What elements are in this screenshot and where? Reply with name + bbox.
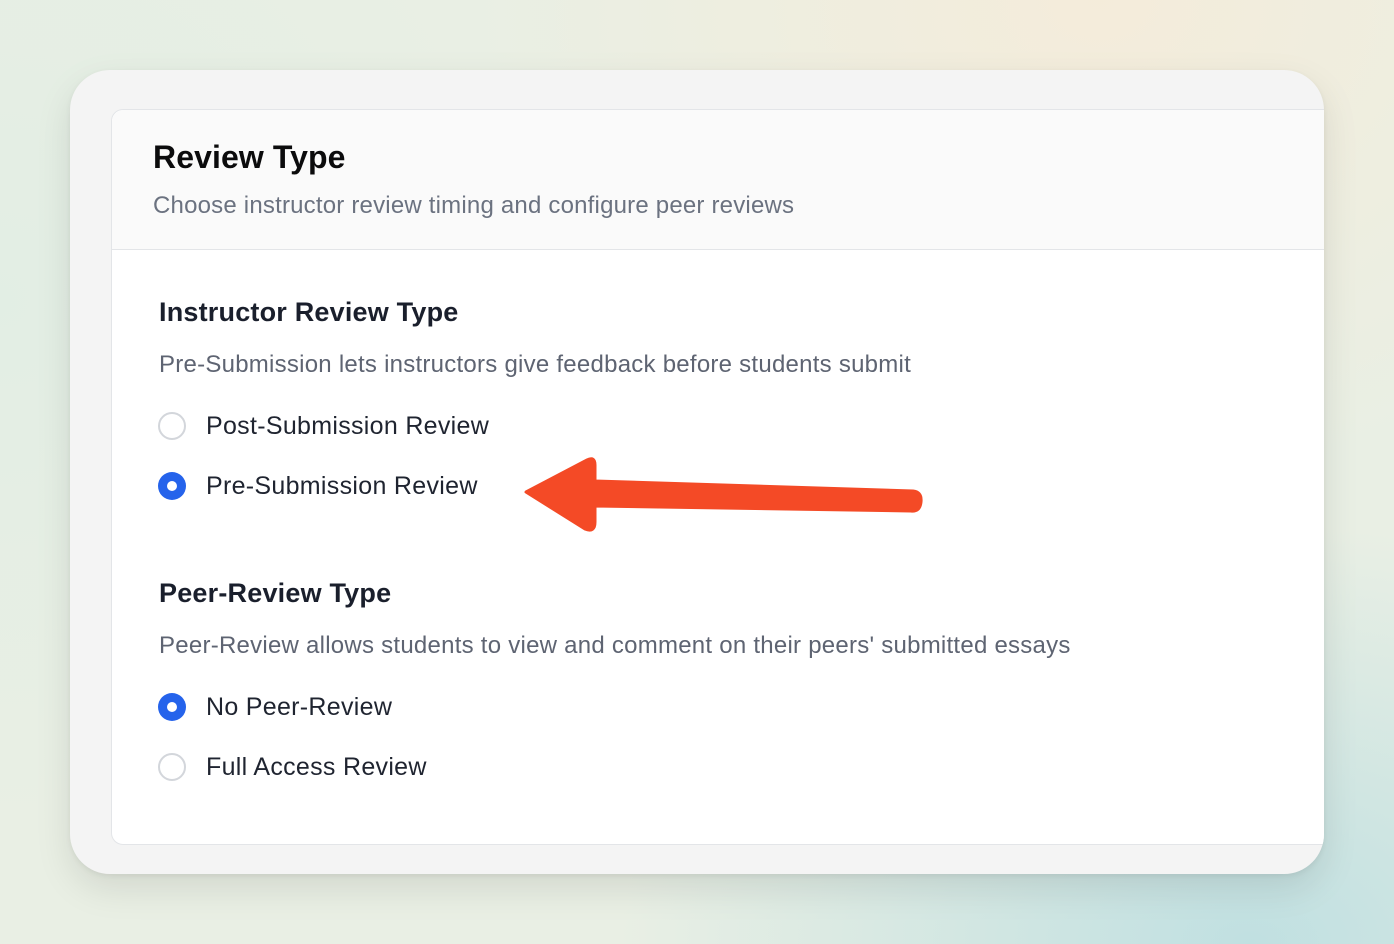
instructor-review-type-heading: Instructor Review Type bbox=[159, 297, 459, 327]
window-frame: Review Type Choose instructor review tim… bbox=[70, 70, 1324, 874]
no-peer-review-label[interactable]: No Peer-Review bbox=[206, 693, 392, 722]
review-type-card: Review Type Choose instructor review tim… bbox=[111, 109, 1324, 845]
pre-submission-label[interactable]: Pre-Submission Review bbox=[206, 472, 478, 501]
instructor-review-type-description: Pre-Submission lets instructors give fee… bbox=[159, 351, 912, 378]
pre-submission-review-option[interactable]: Pre-Submission Review bbox=[158, 469, 478, 503]
card-title: Review Type bbox=[153, 139, 346, 175]
post-submission-label[interactable]: Post-Submission Review bbox=[206, 412, 489, 441]
no-peer-review-option[interactable]: No Peer-Review bbox=[158, 690, 392, 724]
post-submission-review-option[interactable]: Post-Submission Review bbox=[158, 409, 489, 443]
full-access-review-radio[interactable] bbox=[158, 753, 186, 781]
peer-review-type-heading: Peer-Review Type bbox=[159, 578, 392, 608]
post-submission-radio[interactable] bbox=[158, 412, 186, 440]
full-access-review-option[interactable]: Full Access Review bbox=[158, 750, 427, 784]
no-peer-review-radio[interactable] bbox=[158, 693, 186, 721]
full-access-review-label[interactable]: Full Access Review bbox=[206, 753, 427, 782]
pre-submission-radio[interactable] bbox=[158, 472, 186, 500]
peer-review-type-description: Peer-Review allows students to view and … bbox=[159, 632, 1071, 659]
card-header: Review Type Choose instructor review tim… bbox=[112, 110, 1324, 250]
card-subtitle: Choose instructor review timing and conf… bbox=[153, 192, 795, 219]
